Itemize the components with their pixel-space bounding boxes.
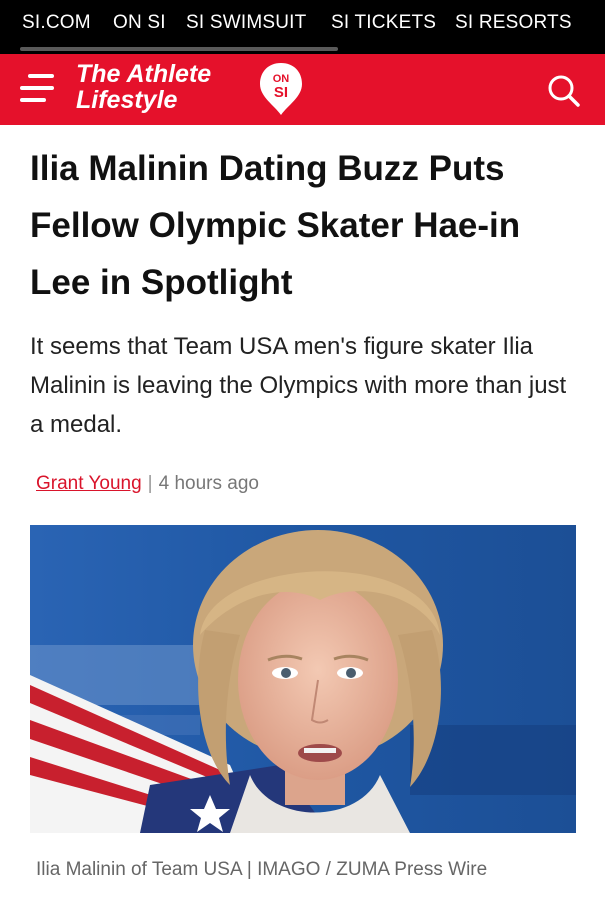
photo-caption: Ilia Malinin of Team USA | IMAGO / ZUMA … [36,859,488,880]
article-dek: It seems that Team USA men's figure skat… [30,333,567,438]
nav-item-si-swimsuit[interactable]: SI SWIMSUIT [186,0,306,48]
hamburger-menu-icon[interactable] [20,74,60,106]
nav-item-si-com[interactable]: SI.COM [22,0,91,48]
byline-separator: | [147,473,153,494]
publish-time: 4 hours ago [158,473,259,494]
site-logo[interactable]: The Athlete Lifestyle [76,61,211,113]
nav-item-si-tickets[interactable]: SI TICKETS [331,0,436,48]
nav-item-si-resorts[interactable]: SI RESORTS [455,0,572,48]
hero-photo-illustration [30,525,576,833]
brand-line-2: Lifestyle [76,86,178,114]
nav-item-on-si[interactable]: ON SI [113,0,166,48]
hero-photo[interactable] [30,525,576,833]
article-headline: Ilia Malinin Dating Buzz Puts Fellow Oly… [30,149,521,302]
nav-scroll-indicator [20,47,338,51]
author-link[interactable]: Grant Young [36,473,142,494]
badge-text-si: SI [274,84,288,101]
on-si-badge-icon: ON SI [260,63,302,115]
search-icon[interactable] [546,73,582,109]
site-network-nav: SI.COM ON SI SI SWIMSUIT SI TICKETS SI R… [0,0,605,54]
brand-line-1: The Athlete [76,60,212,88]
byline: Grant Young | 4 hours ago [36,471,259,497]
